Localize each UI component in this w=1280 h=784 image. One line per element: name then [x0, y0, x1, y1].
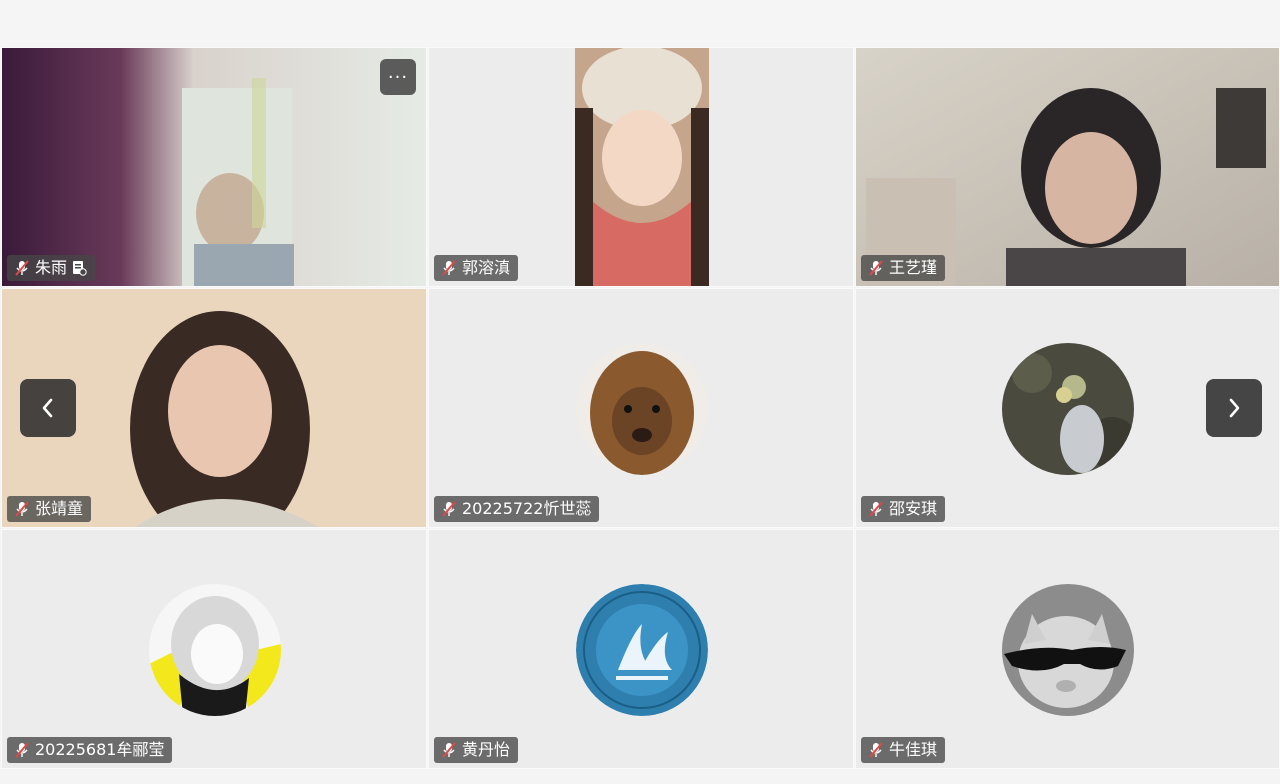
participant-name-tag: 郭溶滇: [434, 255, 519, 281]
mic-muted-icon: [869, 742, 883, 758]
university-logo-avatar: [576, 584, 708, 716]
chevron-right-icon: [1229, 398, 1240, 418]
participant-video: [2, 48, 426, 286]
participant-name-tag: 黄丹怡: [434, 737, 519, 763]
anime-girl-avatar: [149, 584, 281, 716]
mic-muted-icon: [442, 501, 456, 517]
video-tile[interactable]: 20225681牟郦莹: [1, 529, 427, 769]
share-doc-icon: [73, 261, 87, 276]
participant-name: 朱雨: [35, 258, 68, 277]
video-tile[interactable]: 20225722忻世蕊: [428, 288, 854, 528]
mic-muted-icon: [442, 260, 456, 276]
participant-name: 牛佳琪: [889, 740, 938, 759]
next-page-button[interactable]: [1206, 379, 1262, 437]
participant-name-tag: 邵安琪: [861, 496, 946, 522]
more-options-button[interactable]: ···: [380, 59, 416, 95]
video-tile[interactable]: 郭溶滇: [428, 47, 854, 287]
participant-name: 黄丹怡: [462, 740, 511, 759]
chevron-left-icon: [42, 398, 53, 418]
participant-name: 郭溶滇: [462, 258, 511, 277]
bottom-bar-area: [0, 770, 1280, 784]
alpaca-avatar: [576, 343, 708, 475]
mic-muted-icon: [15, 260, 29, 276]
mic-muted-icon: [15, 742, 29, 758]
participant-video: [856, 48, 1279, 286]
cat-sunglasses-avatar: [1002, 584, 1134, 716]
participant-name-tag: 20225681牟郦莹: [7, 737, 173, 763]
video-tile[interactable]: ··· 朱雨: [1, 47, 427, 287]
participant-name: 王艺瑾: [889, 258, 938, 277]
previous-page-button[interactable]: [20, 379, 76, 437]
top-toolbar-area: [0, 0, 1280, 46]
participant-name-tag: 牛佳琪: [861, 737, 946, 763]
participant-name: 20225722忻世蕊: [462, 499, 592, 518]
video-tile[interactable]: 王艺瑾: [855, 47, 1280, 287]
mic-muted-icon: [869, 260, 883, 276]
participant-name-tag: 张靖童: [7, 496, 92, 522]
video-tile[interactable]: 牛佳琪: [855, 529, 1280, 769]
participant-name-tag: 20225722忻世蕊: [434, 496, 600, 522]
participant-name-tag: 朱雨: [7, 255, 96, 281]
mic-muted-icon: [869, 501, 883, 517]
participant-name: 20225681牟郦莹: [35, 740, 165, 759]
mic-muted-icon: [442, 742, 456, 758]
participant-name: 张靖童: [35, 499, 84, 518]
video-tile[interactable]: 黄丹怡: [428, 529, 854, 769]
participant-video: [429, 48, 853, 286]
girl-with-flowers-avatar: [1002, 343, 1134, 475]
participant-name-tag: 王艺瑾: [861, 255, 946, 281]
mic-muted-icon: [15, 501, 29, 517]
participant-name: 邵安琪: [889, 499, 938, 518]
video-grid: ··· 朱雨 郭溶滇 王艺瑾 张靖童 20225722忻世蕊 邵安琪 20225…: [0, 46, 1280, 774]
